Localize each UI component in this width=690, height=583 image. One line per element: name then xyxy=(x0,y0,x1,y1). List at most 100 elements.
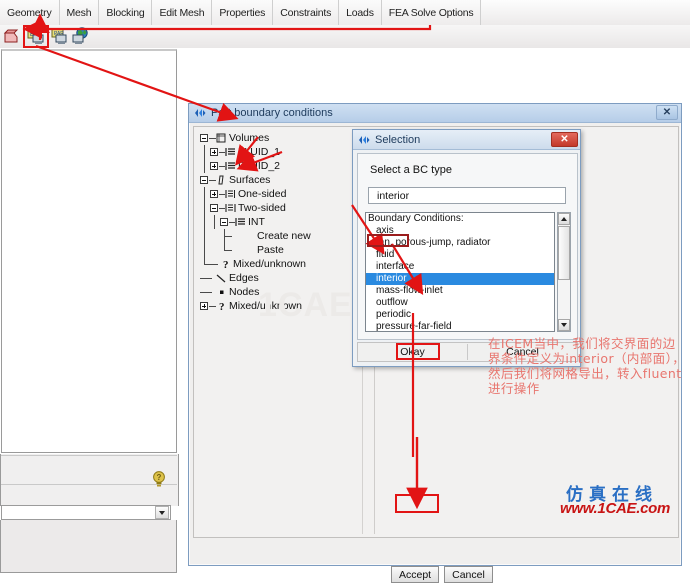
expander-plus-icon[interactable] xyxy=(210,162,218,170)
tab-constraints[interactable]: Constraints xyxy=(273,0,340,25)
tree-label: INT xyxy=(248,216,265,228)
cancel-label: Cancel xyxy=(452,568,485,581)
left-control-panel xyxy=(1,49,177,453)
expander-minus-icon[interactable] xyxy=(210,204,218,212)
okay-highlight-box xyxy=(396,343,440,360)
cancel-button[interactable]: Cancel xyxy=(444,566,493,583)
main-tab-bar: Geometry Mesh Blocking Edit Mesh Propert… xyxy=(0,0,690,26)
pbc-button-row: Accept Cancel xyxy=(391,566,511,583)
tree-label: Surfaces xyxy=(229,174,271,186)
list-header: Boundary Conditions: xyxy=(368,213,464,224)
tree-label: Two-sided xyxy=(238,202,286,214)
tab-geometry[interactable]: Geometry xyxy=(0,0,60,25)
tab-fea-solve-options[interactable]: FEA Solve Options xyxy=(381,0,482,25)
tab-label: Constraints xyxy=(280,6,332,19)
app-root: Geometry Mesh Blocking Edit Mesh Propert… xyxy=(0,0,690,583)
site-watermark: 仿真在线 www.1CAE.com xyxy=(560,480,686,522)
question-icon: ? xyxy=(220,257,231,271)
accept-label: Accept xyxy=(399,568,432,581)
tree-label: Paste xyxy=(257,244,284,256)
bc-type-list[interactable]: Boundary Conditions: axis fan, porous-ju… xyxy=(365,212,555,332)
close-icon[interactable]: ✕ xyxy=(551,132,578,147)
selection-cancel-button[interactable]: Cancel xyxy=(467,344,577,360)
chevron-down-icon[interactable] xyxy=(155,506,169,519)
selection-dialog: Selection ✕ Select a BC type interior Bo… xyxy=(352,129,581,367)
toolbar-highlight-box xyxy=(23,25,49,48)
tree-row-fluid-1[interactable]: FLUID_1 xyxy=(200,145,350,159)
bc-type-prompt: Select a BC type xyxy=(370,164,452,176)
one-sided-icon xyxy=(225,189,236,199)
write-input-icon[interactable] xyxy=(70,27,90,46)
watermark-url-text: www.1CAE.com xyxy=(560,500,671,517)
tab-mesh[interactable]: Mesh xyxy=(59,0,100,25)
tab-blocking[interactable]: Blocking xyxy=(99,0,153,25)
tab-label: Geometry xyxy=(7,6,52,19)
tree-row-create-new[interactable]: Create new xyxy=(200,229,350,243)
part-icon xyxy=(225,161,236,171)
list-item[interactable]: periodic xyxy=(366,309,554,321)
list-item[interactable]: pressure-far-field xyxy=(366,321,554,331)
selection-title-bar[interactable]: Selection ✕ xyxy=(353,130,580,150)
tab-label: Edit Mesh xyxy=(159,6,205,19)
selection-button-row: Okay Cancel xyxy=(357,342,578,362)
tree-row-two-sided[interactable]: Two-sided xyxy=(200,201,350,215)
tree-label: Edges xyxy=(229,272,259,284)
tree-row-paste[interactable]: Paste xyxy=(200,243,350,257)
tab-label: Mesh xyxy=(66,6,92,19)
expander-minus-icon[interactable] xyxy=(200,176,208,184)
svg-text:?: ? xyxy=(223,259,229,270)
close-icon[interactable]: ✕ xyxy=(656,105,678,120)
workspace: ? Part boundary conditions ✕ Volumes FLU… xyxy=(0,48,690,583)
bc-type-value: interior xyxy=(377,190,410,202)
scrollbar-thumb[interactable] xyxy=(558,226,570,280)
list-item[interactable]: outflow xyxy=(366,297,554,309)
tab-edit-mesh[interactable]: Edit Mesh xyxy=(152,0,213,25)
list-item[interactable]: interface xyxy=(366,261,554,273)
bc-type-input[interactable]: interior xyxy=(368,187,566,204)
tab-loads[interactable]: Loads xyxy=(339,0,382,25)
tab-label: Loads xyxy=(346,6,374,19)
list-item[interactable]: axis xyxy=(366,225,554,237)
left-panel-combo[interactable] xyxy=(1,505,171,520)
expander-minus-icon[interactable] xyxy=(220,218,228,226)
expander-minus-icon[interactable] xyxy=(200,134,208,142)
accept-button[interactable]: Accept xyxy=(391,566,440,583)
tree-label: Create new xyxy=(257,230,311,242)
surface-icon xyxy=(217,175,228,185)
volume-icon xyxy=(216,133,227,143)
tree-row-surfaces[interactable]: Surfaces xyxy=(200,173,350,187)
svg-text:?: ? xyxy=(157,473,162,482)
list-item[interactable]: fluid xyxy=(366,249,554,261)
tree-row-mixed-unknown-surfaces[interactable]: ? Mixed/unknown xyxy=(200,257,350,271)
output-mesh-toolbar: BC PAR xyxy=(0,25,690,49)
list-item-selected[interactable]: interior xyxy=(366,273,554,285)
pbc-title-bar[interactable]: Part boundary conditions ✕ xyxy=(189,104,681,123)
tree-row-volumes[interactable]: Volumes xyxy=(200,131,350,145)
expander-plus-icon[interactable] xyxy=(210,190,218,198)
scroll-down-icon[interactable] xyxy=(558,319,570,331)
tree-label: FLUID_1 xyxy=(238,146,281,158)
expander-plus-icon[interactable] xyxy=(200,302,208,310)
tree-row-one-sided[interactable]: One-sided xyxy=(200,187,350,201)
scroll-up-icon[interactable] xyxy=(558,213,570,225)
close-glyph: ✕ xyxy=(662,107,672,118)
tree-label: Mixed/unknown xyxy=(233,258,306,270)
tab-properties[interactable]: Properties xyxy=(212,0,274,25)
list-scrollbar[interactable] xyxy=(557,212,571,332)
list-item[interactable]: fan, porous-jump, radiator xyxy=(366,237,554,249)
tree-label: FLUID_2 xyxy=(238,160,281,172)
tree-label: Nodes xyxy=(229,286,260,298)
pbc-title-text: Part boundary conditions xyxy=(211,107,333,119)
tree-row-int[interactable]: INT xyxy=(200,215,350,229)
edit-parameters-icon[interactable]: PAR xyxy=(50,27,70,46)
tree-row-fluid-2[interactable]: FLUID_2 xyxy=(200,159,350,173)
tab-label: Blocking xyxy=(106,6,145,19)
app-logo-icon xyxy=(358,134,370,146)
svg-text:?: ? xyxy=(219,301,225,312)
select-solver-icon[interactable] xyxy=(3,27,23,46)
list-item[interactable]: mass-flow-inlet xyxy=(366,285,554,297)
tree-row-edges[interactable]: Edges xyxy=(200,271,350,285)
close-glyph: ✕ xyxy=(560,133,569,145)
expander-plus-icon[interactable] xyxy=(210,148,218,156)
tree-label: Volumes xyxy=(229,132,270,144)
